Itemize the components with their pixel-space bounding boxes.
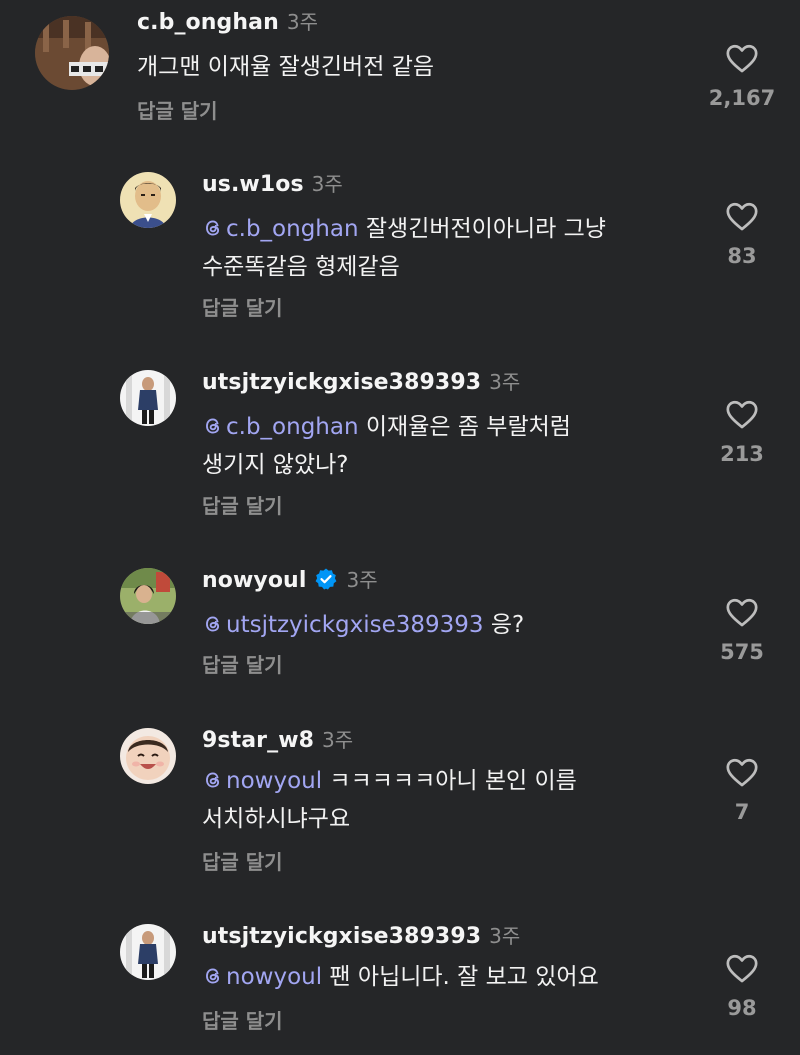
- heart-icon[interactable]: [725, 952, 759, 986]
- threads-mention-icon: [202, 217, 224, 239]
- comment-text: c.b_onghan 잘생긴버전이아니라 그냥 수준똑같음 형제같음: [202, 210, 606, 286]
- threads-mention-icon: [202, 415, 224, 437]
- comment-header: nowyoul 3주: [202, 566, 378, 595]
- avatar[interactable]: [120, 568, 176, 624]
- username[interactable]: nowyoul: [202, 568, 306, 593]
- reply-button[interactable]: 답글 달기: [202, 652, 283, 678]
- comment-header: utsjtzyickgxise389393 3주: [202, 368, 520, 397]
- comment-item: 9star_w8 3주 nowyoul ㅋㅋㅋㅋㅋ아니 본인 이름 서치하시냐구요…: [0, 722, 800, 902]
- mention-username[interactable]: c.b_onghan: [226, 414, 359, 440]
- heart-icon[interactable]: [725, 398, 759, 432]
- timestamp: 3주: [286, 10, 318, 34]
- comment-header: c.b_onghan 3주: [137, 8, 318, 37]
- mention-username[interactable]: nowyoul: [226, 768, 322, 794]
- like-count: 213: [720, 442, 764, 466]
- username[interactable]: utsjtzyickgxise389393: [202, 924, 481, 949]
- threads-mention-icon: [202, 613, 224, 635]
- avatar[interactable]: [120, 172, 176, 228]
- timestamp: 3주: [346, 568, 378, 592]
- avatar[interactable]: [120, 924, 176, 980]
- comment-item: utsjtzyickgxise389393 3주 nowyoul 팬 아닙니다. …: [0, 918, 800, 1055]
- comment-text-line: 생기지 않았나?: [202, 452, 349, 478]
- mention-link[interactable]: nowyoul: [202, 964, 322, 990]
- comment-text: nowyoul ㅋㅋㅋㅋㅋ아니 본인 이름 서치하시냐구요: [202, 762, 577, 838]
- comment-header: 9star_w8 3주: [202, 726, 353, 755]
- comment-text-line: 이재율은 좀 부랄처럼: [358, 414, 571, 440]
- comment-text-line: ㅋㅋㅋㅋㅋ아니 본인 이름: [322, 768, 577, 794]
- comment-text-line: 수준똑같음 형제같음: [202, 254, 400, 280]
- timestamp: 3주: [311, 172, 343, 196]
- heart-icon[interactable]: [725, 756, 759, 790]
- like-count: 83: [727, 244, 757, 268]
- comment-text-line: 서치하시냐구요: [202, 806, 351, 832]
- like-block: 7: [702, 756, 782, 824]
- like-count: 575: [720, 640, 764, 664]
- like-block: 83: [702, 200, 782, 268]
- comment-text: utsjtzyickgxise389393 응?: [202, 606, 524, 644]
- comment-text: c.b_onghan 이재율은 좀 부랄처럼 생기지 않았나?: [202, 408, 571, 484]
- comment-item: nowyoul 3주 utsjtzyickgxise389393 응? 답글 달기…: [0, 562, 800, 702]
- mention-link[interactable]: c.b_onghan: [202, 216, 359, 242]
- avatar[interactable]: [120, 370, 176, 426]
- username[interactable]: 9star_w8: [202, 728, 314, 753]
- mention-link[interactable]: utsjtzyickgxise389393: [202, 612, 484, 638]
- comment-header: us.w1os 3주: [202, 170, 343, 199]
- comment-text: nowyoul 팬 아닙니다. 잘 보고 있어요: [202, 958, 599, 996]
- reply-button[interactable]: 답글 달기: [202, 1008, 283, 1034]
- like-count: 2,167: [708, 86, 776, 110]
- comment-text-line: 응?: [483, 612, 525, 638]
- heart-icon[interactable]: [725, 200, 759, 234]
- comment-text-line: 잘생긴버전이아니라 그냥: [358, 216, 606, 242]
- comment-text: 개그맨 이재율 잘생긴버전 같음: [137, 48, 434, 86]
- comment-text-line: 팬 아닙니다. 잘 보고 있어요: [322, 964, 599, 990]
- avatar[interactable]: [120, 728, 176, 784]
- reply-button[interactable]: 답글 달기: [202, 849, 283, 875]
- verified-badge-icon: [316, 568, 337, 590]
- username[interactable]: us.w1os: [202, 172, 304, 197]
- heart-icon[interactable]: [725, 42, 759, 76]
- like-count: 98: [727, 996, 757, 1020]
- like-count: 7: [734, 800, 750, 824]
- reply-button[interactable]: 답글 달기: [202, 493, 283, 519]
- reply-button[interactable]: 답글 달기: [202, 295, 283, 321]
- timestamp: 3주: [489, 924, 521, 948]
- avatar[interactable]: [35, 16, 109, 90]
- mention-username[interactable]: nowyoul: [226, 964, 322, 990]
- mention-username[interactable]: c.b_onghan: [226, 216, 359, 242]
- comment-text-line: 개그맨 이재율 잘생긴버전 같음: [137, 54, 435, 80]
- username[interactable]: utsjtzyickgxise389393: [202, 370, 481, 395]
- username[interactable]: c.b_onghan: [137, 10, 279, 35]
- comment-item: us.w1os 3주 c.b_onghan 잘생긴버전이아니라 그냥 수준똑같음 …: [0, 166, 800, 346]
- like-block: 575: [702, 596, 782, 664]
- mention-username[interactable]: utsjtzyickgxise389393: [226, 612, 484, 638]
- mention-link[interactable]: nowyoul: [202, 768, 322, 794]
- like-block: 2,167: [702, 42, 782, 110]
- timestamp: 3주: [322, 728, 354, 752]
- timestamp: 3주: [489, 370, 521, 394]
- comment-header: utsjtzyickgxise389393 3주: [202, 922, 520, 951]
- like-block: 213: [702, 398, 782, 466]
- threads-mention-icon: [202, 769, 224, 791]
- comment-item: c.b_onghan 3주 개그맨 이재율 잘생긴버전 같음 답글 달기 2,16…: [0, 0, 800, 140]
- like-block: 98: [702, 952, 782, 1020]
- mention-link[interactable]: c.b_onghan: [202, 414, 359, 440]
- threads-mention-icon: [202, 965, 224, 987]
- comment-item: utsjtzyickgxise389393 3주 c.b_onghan 이재율은 …: [0, 364, 800, 544]
- heart-icon[interactable]: [725, 596, 759, 630]
- reply-button[interactable]: 답글 달기: [137, 98, 218, 124]
